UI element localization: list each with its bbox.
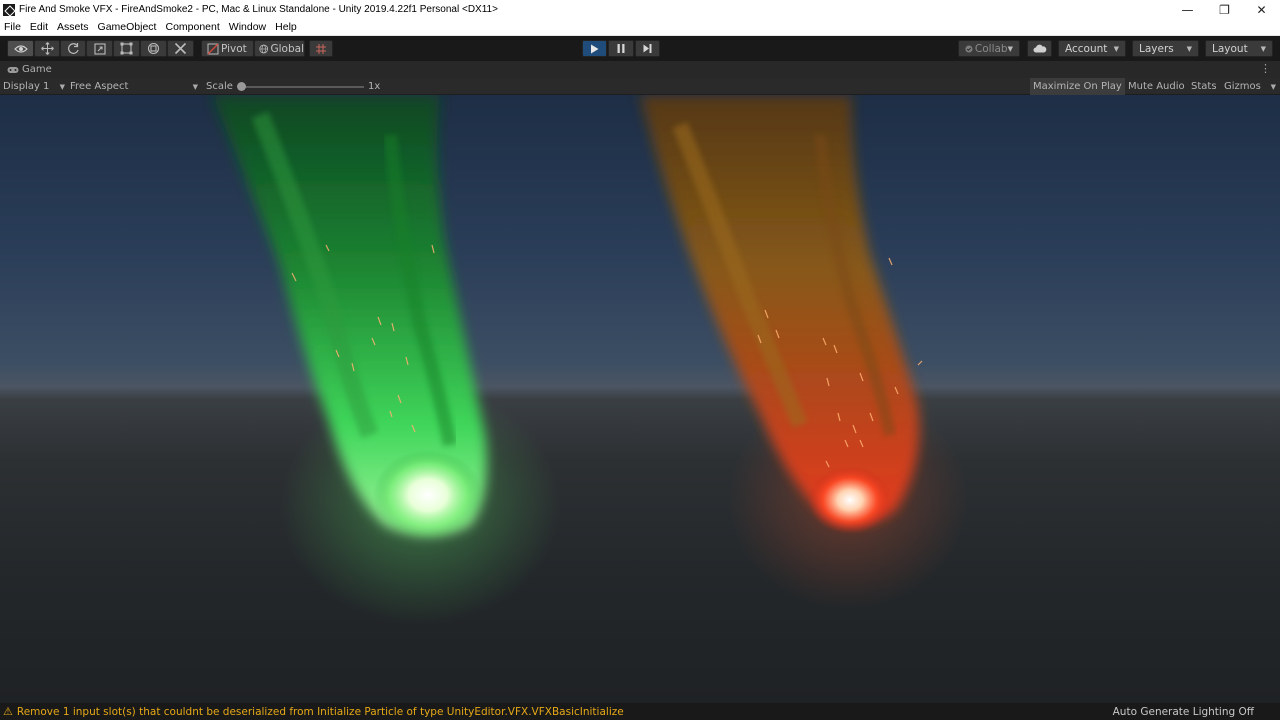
pivot-icon [207, 43, 219, 54]
restore-button[interactable]: ❐ [1206, 0, 1243, 19]
play-button[interactable] [582, 40, 607, 57]
menu-assets[interactable]: Assets [53, 21, 94, 33]
scale-value: 1x [368, 81, 381, 92]
chevron-down-icon: ▼ [1260, 44, 1266, 53]
menu-gameobject[interactable]: GameObject [93, 21, 161, 33]
lighting-status: Auto Generate Lighting Off [1112, 705, 1254, 718]
layers-dropdown[interactable]: Layers ▼ [1132, 40, 1199, 57]
window-title: Fire And Smoke VFX - FireAndSmoke2 - PC,… [19, 4, 498, 15]
close-button[interactable]: ✕ [1243, 0, 1280, 19]
custom-tool-button[interactable] [167, 40, 194, 57]
chevron-down-icon: ▼ [192, 82, 198, 91]
globe-icon [259, 44, 269, 53]
gizmos-dropdown[interactable]: Gizmos ▼ [1224, 78, 1276, 95]
aspect-label: Free Aspect [70, 81, 129, 92]
transform-icon [147, 42, 160, 55]
collab-label: Collab [974, 42, 1008, 55]
scale-slider-handle[interactable] [237, 82, 246, 91]
global-label: Global [270, 42, 305, 55]
menu-window[interactable]: Window [224, 21, 270, 33]
view-tool-button[interactable] [7, 40, 34, 57]
menu-file[interactable]: File [0, 21, 25, 33]
layers-label: Layers [1139, 42, 1174, 55]
status-bar: ⚠ Remove 1 input slot(s) that couldnt be… [0, 703, 1280, 720]
layout-dropdown[interactable]: Layout ▼ [1205, 40, 1273, 57]
warning-icon: ⚠ [3, 705, 13, 718]
tab-game[interactable]: Game [0, 64, 52, 75]
cloud-button[interactable] [1027, 40, 1052, 57]
console-warning-message[interactable]: Remove 1 input slot(s) that couldnt be d… [17, 706, 624, 718]
menu-bar: File Edit Assets GameObject Component Wi… [0, 19, 1280, 36]
snap-grid-button[interactable] [309, 40, 333, 57]
wrench-cross-icon [174, 42, 187, 55]
scale-slider-track[interactable] [242, 86, 364, 88]
menu-help[interactable]: Help [271, 21, 302, 33]
chevron-down-icon: ▼ [59, 82, 65, 91]
unity-logo-icon [3, 3, 15, 16]
stats-toggle[interactable]: Stats [1191, 78, 1217, 95]
window-controls: — ❐ ✕ [1169, 0, 1280, 19]
pivot-toggle-button[interactable]: Pivot [201, 40, 254, 57]
layout-label: Layout [1212, 42, 1248, 55]
scale-label: Scale [206, 81, 233, 92]
check-circle-icon [965, 44, 973, 53]
rotate-icon [67, 43, 79, 54]
aspect-dropdown[interactable]: Free Aspect ▼ [70, 78, 198, 95]
chevron-down-icon: ▼ [1113, 44, 1119, 53]
pivot-label: Pivot [221, 42, 247, 55]
cloud-icon [1033, 44, 1046, 53]
global-toggle-button[interactable]: Global [254, 40, 305, 57]
main-toolbar: Pivot Global Collab ▼ Account ▼ Layers ▼… [0, 36, 1280, 61]
fire-smoke-vfx-render [212, 95, 968, 625]
rect-transform-icon [120, 42, 133, 55]
chevron-down-icon: ▼ [1186, 44, 1192, 53]
gamepad-icon [7, 66, 19, 73]
mute-audio-toggle[interactable]: Mute Audio [1128, 78, 1185, 95]
more-options-icon[interactable]: ⋮ [1260, 62, 1271, 75]
play-icon [591, 44, 599, 53]
account-dropdown[interactable]: Account ▼ [1058, 40, 1126, 57]
maximize-on-play-toggle[interactable]: Maximize On Play [1030, 78, 1125, 95]
display-label: Display 1 [3, 81, 50, 92]
rect-tool-button[interactable] [113, 40, 140, 57]
move-arrows-icon [40, 42, 54, 55]
scale-tool-button[interactable] [86, 40, 113, 57]
eye-icon [13, 44, 28, 53]
step-button[interactable] [635, 40, 660, 57]
scale-icon [93, 42, 106, 55]
menu-component[interactable]: Component [161, 21, 224, 33]
game-tab-header: Game ⋮ [0, 61, 1280, 78]
game-viewport[interactable] [0, 95, 1280, 703]
minimize-button[interactable]: — [1169, 0, 1206, 19]
chevron-down-icon: ▼ [1007, 44, 1013, 53]
pause-button[interactable] [608, 40, 634, 57]
window-title-bar: Fire And Smoke VFX - FireAndSmoke2 - PC,… [0, 0, 1280, 19]
display-dropdown[interactable]: Display 1 ▼ [3, 78, 65, 95]
account-label: Account [1065, 42, 1108, 55]
move-tool-button[interactable] [34, 40, 60, 57]
grid-snap-icon [316, 43, 326, 54]
rotate-tool-button[interactable] [60, 40, 86, 57]
game-view-controls: Display 1 ▼ Free Aspect ▼ Scale 1x Maxim… [0, 78, 1280, 95]
game-tab-label: Game [22, 64, 52, 75]
collab-dropdown[interactable]: Collab ▼ [958, 40, 1020, 57]
gizmos-label: Gizmos [1224, 81, 1261, 92]
step-forward-icon [643, 44, 652, 53]
menu-edit[interactable]: Edit [25, 21, 52, 33]
pause-icon [617, 44, 625, 53]
chevron-down-icon: ▼ [1270, 82, 1276, 91]
transform-tool-button[interactable] [140, 40, 167, 57]
